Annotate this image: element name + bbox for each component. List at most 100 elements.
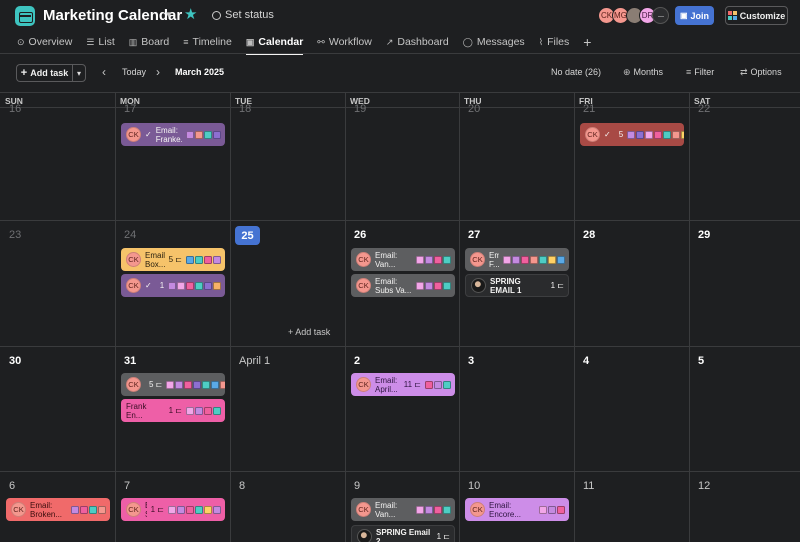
completed-check-icon[interactable]: ✓ bbox=[145, 130, 152, 139]
tag-chip bbox=[548, 255, 556, 264]
task-tags bbox=[186, 406, 221, 415]
tab-workflow[interactable]: ⚯ Workflow bbox=[317, 32, 372, 52]
assignee-avatar[interactable]: CK bbox=[585, 127, 600, 142]
assignee-avatar[interactable]: CK bbox=[126, 252, 141, 267]
day-number: 31 bbox=[124, 355, 137, 367]
tab-dashboard[interactable]: ↗ Dashboard bbox=[386, 32, 449, 52]
chevron-down-icon[interactable]: ▾ bbox=[166, 8, 172, 21]
weekday-header-row: SUN MON TUE WED THU FRI SAT bbox=[0, 93, 800, 108]
customize-button[interactable]: Customize bbox=[725, 6, 788, 25]
assignee-avatar[interactable]: CK bbox=[126, 278, 141, 293]
months-view-button[interactable]: ⊕ Months bbox=[623, 67, 663, 78]
task-tags bbox=[425, 380, 451, 389]
project-title[interactable]: Marketing Calendar bbox=[43, 7, 182, 24]
tag-chip bbox=[177, 281, 186, 290]
add-task-dropdown-icon[interactable]: ▾ bbox=[72, 64, 86, 82]
join-label: Join bbox=[690, 10, 710, 21]
chevron-right-icon[interactable]: › bbox=[156, 65, 160, 79]
column-divider bbox=[689, 93, 690, 542]
customize-grid-icon bbox=[727, 11, 737, 20]
tag-chip bbox=[434, 380, 442, 389]
task-tags bbox=[71, 505, 106, 514]
tag-chip bbox=[220, 380, 225, 389]
set-status-button[interactable]: Set status bbox=[225, 9, 274, 21]
join-button[interactable]: ▣ Join bbox=[675, 6, 714, 25]
options-button[interactable]: ⇄ Options bbox=[740, 67, 782, 78]
add-task-button[interactable]: + Add task bbox=[16, 64, 72, 82]
day-number: 26 bbox=[354, 229, 367, 241]
assignee-avatar[interactable]: CK bbox=[470, 252, 485, 267]
cell-add-task-button[interactable]: + Add task bbox=[288, 327, 330, 337]
tab-files[interactable]: ⌇ Files bbox=[539, 32, 570, 52]
plus-icon: + bbox=[20, 67, 28, 79]
tag-chip bbox=[557, 505, 565, 514]
tag-chip bbox=[636, 130, 645, 139]
assignee-avatar[interactable]: CK bbox=[356, 278, 371, 293]
task-card[interactable]: SPRING Email 2 1 ⊏ bbox=[351, 525, 455, 542]
tab-messages[interactable]: ◯ Messages bbox=[463, 32, 525, 52]
task-name: Email: Van... bbox=[375, 250, 398, 269]
tag-chip bbox=[645, 130, 654, 139]
tag-chip bbox=[521, 255, 529, 264]
chevron-left-icon[interactable]: ‹ bbox=[102, 65, 106, 79]
list-icon: ☰ bbox=[86, 36, 95, 47]
task-card[interactable]: CK 5 ⊏ bbox=[121, 373, 225, 396]
task-card[interactable]: CK ✓ 1 bbox=[121, 274, 225, 297]
task-card[interactable]: CK Em F... bbox=[465, 248, 569, 271]
no-date-button[interactable]: No date (26) bbox=[551, 67, 601, 77]
column-divider bbox=[459, 93, 460, 542]
tag-chip bbox=[186, 130, 194, 139]
assignee-avatar[interactable]: CK bbox=[356, 252, 371, 267]
add-tab-icon[interactable]: + bbox=[583, 32, 591, 52]
day-number: 28 bbox=[583, 229, 596, 241]
assignee-avatar[interactable]: CK bbox=[126, 377, 141, 392]
tab-timeline[interactable]: ≡ Timeline bbox=[183, 32, 232, 52]
filter-button[interactable]: ≡ Filter bbox=[686, 67, 714, 77]
task-card[interactable]: CK Email: Broken... bbox=[6, 498, 110, 521]
tag-chip bbox=[89, 505, 97, 514]
task-card[interactable]: CK Email: Subs Va... bbox=[351, 274, 455, 297]
task-card[interactable]: SPRING EMAIL 1 1 ⊏ bbox=[465, 274, 569, 297]
tag-chip bbox=[204, 406, 212, 415]
tab-label: Overview bbox=[28, 36, 73, 48]
status-circle-icon[interactable] bbox=[212, 11, 221, 20]
tab-board[interactable]: ▥ Board bbox=[129, 32, 170, 52]
tag-chip bbox=[425, 380, 433, 389]
tab-overview[interactable]: ⊙ Overview bbox=[17, 32, 72, 52]
assignee-avatar-photo[interactable] bbox=[357, 529, 372, 542]
task-tags bbox=[416, 281, 451, 290]
completed-check-icon[interactable]: ✓ bbox=[145, 281, 152, 290]
task-card[interactable]: CK ✓Email: Franke... bbox=[121, 123, 225, 146]
row-divider bbox=[0, 346, 800, 347]
more-members-icon[interactable]: ··· bbox=[652, 7, 669, 24]
tab-list[interactable]: ☰ List bbox=[86, 32, 114, 52]
tag-chip bbox=[195, 406, 203, 415]
task-card[interactable]: CK Email: Van... bbox=[351, 248, 455, 271]
task-name: Email: Subs Va... bbox=[375, 276, 412, 295]
task-name: Email: April... bbox=[375, 375, 398, 394]
assignee-avatar[interactable]: CK bbox=[356, 502, 371, 517]
task-card[interactable]: CK Email: Encore... bbox=[465, 498, 569, 521]
task-card[interactable]: CK Email: April... 11 ⊏ bbox=[351, 373, 455, 396]
tag-chip bbox=[71, 505, 79, 514]
assignee-avatar-photo[interactable] bbox=[471, 278, 486, 293]
calendar-toolbar: + Add task ▾ ‹ Today › March 2025 No dat… bbox=[0, 54, 800, 92]
assignee-avatar[interactable]: CK bbox=[126, 502, 141, 517]
assignee-avatar[interactable]: CK bbox=[11, 502, 26, 517]
assignee-avatar[interactable]: CK bbox=[126, 127, 141, 142]
calendar-app-icon bbox=[15, 6, 35, 26]
day-number: 23 bbox=[9, 229, 22, 241]
tag-chip bbox=[98, 505, 106, 514]
assignee-avatar[interactable]: CK bbox=[356, 377, 371, 392]
tab-calendar[interactable]: ▣ Calendar bbox=[245, 32, 304, 55]
task-card[interactable]: Frank En... 1 ⊏ bbox=[121, 399, 225, 422]
today-button[interactable]: Today bbox=[122, 67, 146, 77]
star-icon[interactable]: ★ bbox=[184, 5, 197, 23]
task-card[interactable]: CK Em S...1 ⊏ bbox=[121, 498, 225, 521]
task-card[interactable]: CK ✓ 5 bbox=[580, 123, 684, 146]
task-card[interactable]: CK Email: Box...5 ⊏ bbox=[121, 248, 225, 271]
completed-check-icon[interactable]: ✓ bbox=[604, 130, 611, 139]
assignee-avatar[interactable]: CK bbox=[470, 502, 485, 517]
task-card[interactable]: CK Email: Van... bbox=[351, 498, 455, 521]
tag-chip bbox=[195, 505, 203, 514]
